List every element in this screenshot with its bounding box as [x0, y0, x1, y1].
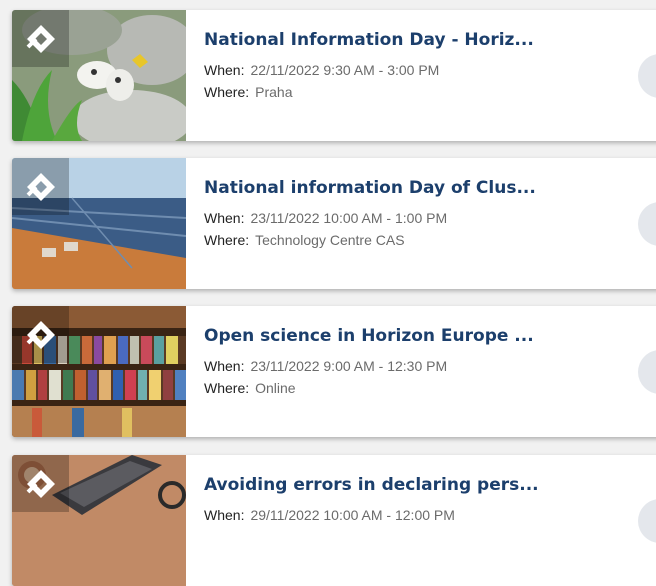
- event-where: Where: Technology Centre CAS: [204, 229, 624, 251]
- event-title[interactable]: Avoiding errors in declaring pers...: [204, 474, 624, 496]
- when-label: When:: [204, 507, 245, 523]
- event-thumbnail[interactable]: [12, 10, 186, 141]
- when-label: When:: [204, 62, 245, 78]
- where-label: Where:: [204, 84, 250, 100]
- when-value: 22/11/2022 9:30 AM - 3:00 PM: [250, 62, 440, 78]
- event-card[interactable]: Avoiding errors in declaring pers... Whe…: [12, 455, 656, 586]
- event-where: Where: Praha: [204, 81, 624, 103]
- when-value: 23/11/2022 9:00 AM - 12:30 PM: [250, 358, 448, 374]
- open-event-button[interactable]: [638, 202, 656, 246]
- open-event-button[interactable]: [638, 54, 656, 98]
- where-value: Online: [255, 380, 296, 396]
- when-value: 23/11/2022 10:00 AM - 1:00 PM: [250, 210, 448, 226]
- event-when: When: 23/11/2022 10:00 AM - 1:00 PM: [204, 207, 624, 229]
- event-thumbnail[interactable]: [12, 158, 186, 289]
- when-value: 29/11/2022 10:00 AM - 12:00 PM: [250, 507, 455, 523]
- event-title[interactable]: National Information Day - Horiz...: [204, 29, 624, 51]
- event-where: Where: Online: [204, 377, 624, 399]
- where-value: Technology Centre CAS: [255, 232, 405, 248]
- when-label: When:: [204, 210, 245, 226]
- event-when: When: 29/11/2022 10:00 AM - 12:00 PM: [204, 504, 624, 526]
- event-thumbnail[interactable]: [12, 306, 186, 437]
- event-list: National Information Day - Horiz... When…: [0, 0, 656, 586]
- brand-logo-icon: [12, 455, 69, 512]
- brand-logo-icon: [12, 10, 69, 67]
- event-card[interactable]: National Information Day - Horiz... When…: [12, 10, 656, 141]
- event-title[interactable]: National information Day of Clus...: [204, 177, 624, 199]
- open-event-button[interactable]: [638, 350, 656, 394]
- event-when: When: 23/11/2022 9:00 AM - 12:30 PM: [204, 355, 624, 377]
- when-label: When:: [204, 358, 245, 374]
- where-label: Where:: [204, 380, 250, 396]
- event-card[interactable]: Open science in Horizon Europe ... When:…: [12, 306, 656, 437]
- event-card[interactable]: National information Day of Clus... When…: [12, 158, 656, 289]
- where-value: Praha: [255, 84, 293, 100]
- event-title[interactable]: Open science in Horizon Europe ...: [204, 325, 624, 347]
- event-when: When: 22/11/2022 9:30 AM - 3:00 PM: [204, 59, 624, 81]
- brand-logo-icon: [12, 306, 69, 363]
- brand-logo-icon: [12, 158, 69, 215]
- event-thumbnail[interactable]: [12, 455, 186, 586]
- open-event-button[interactable]: [638, 499, 656, 543]
- where-label: Where:: [204, 232, 250, 248]
